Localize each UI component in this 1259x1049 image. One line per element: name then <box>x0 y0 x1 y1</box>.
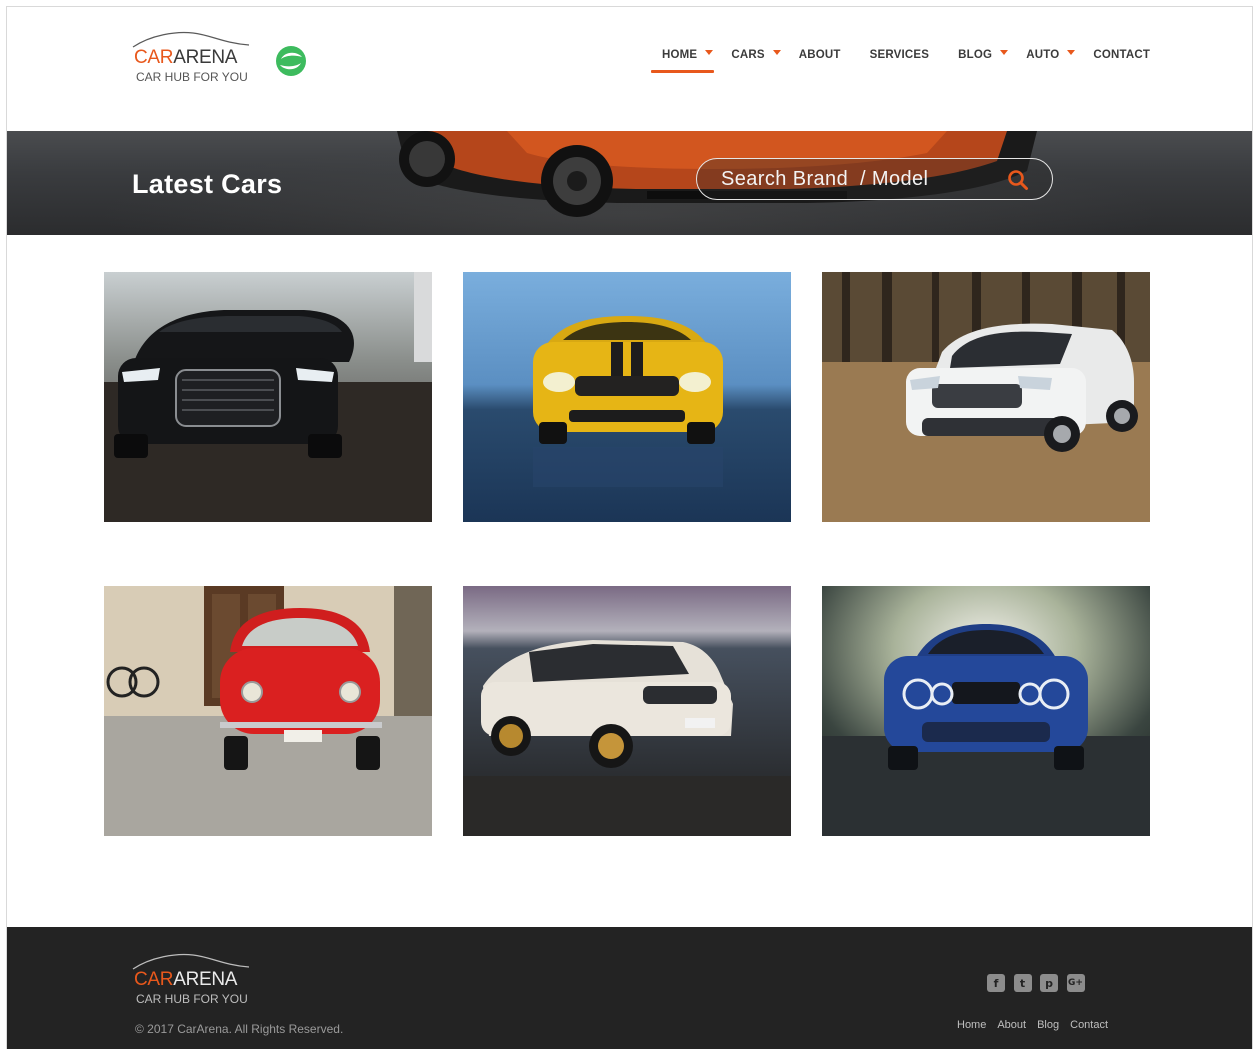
footer-link-about[interactable]: About <box>997 1019 1026 1031</box>
logo-brand: CARARENA <box>134 969 238 990</box>
chevron-down-icon <box>705 49 714 55</box>
nav-blog[interactable]: BLOG <box>958 47 1009 63</box>
footer-link-home[interactable]: Home <box>957 1019 986 1031</box>
footer-link-blog[interactable]: Blog <box>1037 1019 1059 1031</box>
car-card[interactable] <box>104 586 432 836</box>
chevron-down-icon <box>772 49 781 55</box>
banner-title: Latest Cars <box>132 169 283 199</box>
page-banner: Latest Cars <box>7 131 1252 235</box>
car-card[interactable] <box>822 272 1150 522</box>
car-card[interactable] <box>463 272 791 522</box>
facebook-icon[interactable]: f <box>987 974 1005 992</box>
black-sedan-image <box>104 272 432 522</box>
nav-cars[interactable]: CARS <box>731 47 781 63</box>
nav-auto[interactable]: AUTO <box>1026 47 1076 63</box>
pinterest-icon[interactable]: p <box>1040 974 1058 992</box>
google-plus-icon[interactable]: G+ <box>1066 974 1085 992</box>
search-input[interactable] <box>721 166 1001 192</box>
logo-brand: CARARENA <box>134 47 238 68</box>
blue-sedan-image <box>822 586 1150 836</box>
nav-contact[interactable]: CONTACT <box>1093 47 1150 63</box>
nav-services[interactable]: SERVICES <box>870 47 930 63</box>
footer-links: Home About Blog Contact <box>957 1019 1119 1031</box>
twitter-icon[interactable]: t <box>1013 974 1032 992</box>
white-crossover-image <box>463 586 791 836</box>
site-footer: CARARENA CAR HUB FOR YOU © 2017 CarArena… <box>7 927 1252 1049</box>
nav-about[interactable]: ABOUT <box>799 47 841 63</box>
chevron-down-icon <box>1067 49 1076 55</box>
footer-logo[interactable]: CARARENA CAR HUB FOR YOU <box>131 947 251 1009</box>
social-links: f t p G+ <box>987 974 1093 992</box>
site-header: CARARENA CAR HUB FOR YOU HOME CARS ABOUT… <box>7 7 1252 131</box>
page-frame: CARARENA CAR HUB FOR YOU HOME CARS ABOUT… <box>6 6 1253 1049</box>
red-vintage-car-image <box>104 586 432 836</box>
copyright-text: © 2017 CarArena. All Rights Reserved. <box>135 1022 344 1036</box>
chevron-down-icon <box>1000 49 1009 55</box>
car-card[interactable] <box>104 272 432 522</box>
car-card[interactable] <box>822 586 1150 836</box>
site-logo[interactable]: CARARENA CAR HUB FOR YOU <box>131 25 251 87</box>
search-box <box>696 158 1053 200</box>
white-suv-image <box>822 272 1150 522</box>
logo-tagline: CAR HUB FOR YOU <box>136 992 248 1006</box>
footer-link-contact[interactable]: Contact <box>1070 1019 1108 1031</box>
car-card[interactable] <box>463 586 791 836</box>
main-nav: HOME CARS ABOUT SERVICES BLOG AUTO CONTA… <box>650 47 1179 73</box>
nav-home[interactable]: HOME <box>650 47 715 73</box>
leaf-badge-icon <box>276 46 306 76</box>
yellow-sports-car-image <box>463 272 791 522</box>
logo-tagline: CAR HUB FOR YOU <box>136 70 248 84</box>
search-icon[interactable] <box>1006 168 1030 192</box>
